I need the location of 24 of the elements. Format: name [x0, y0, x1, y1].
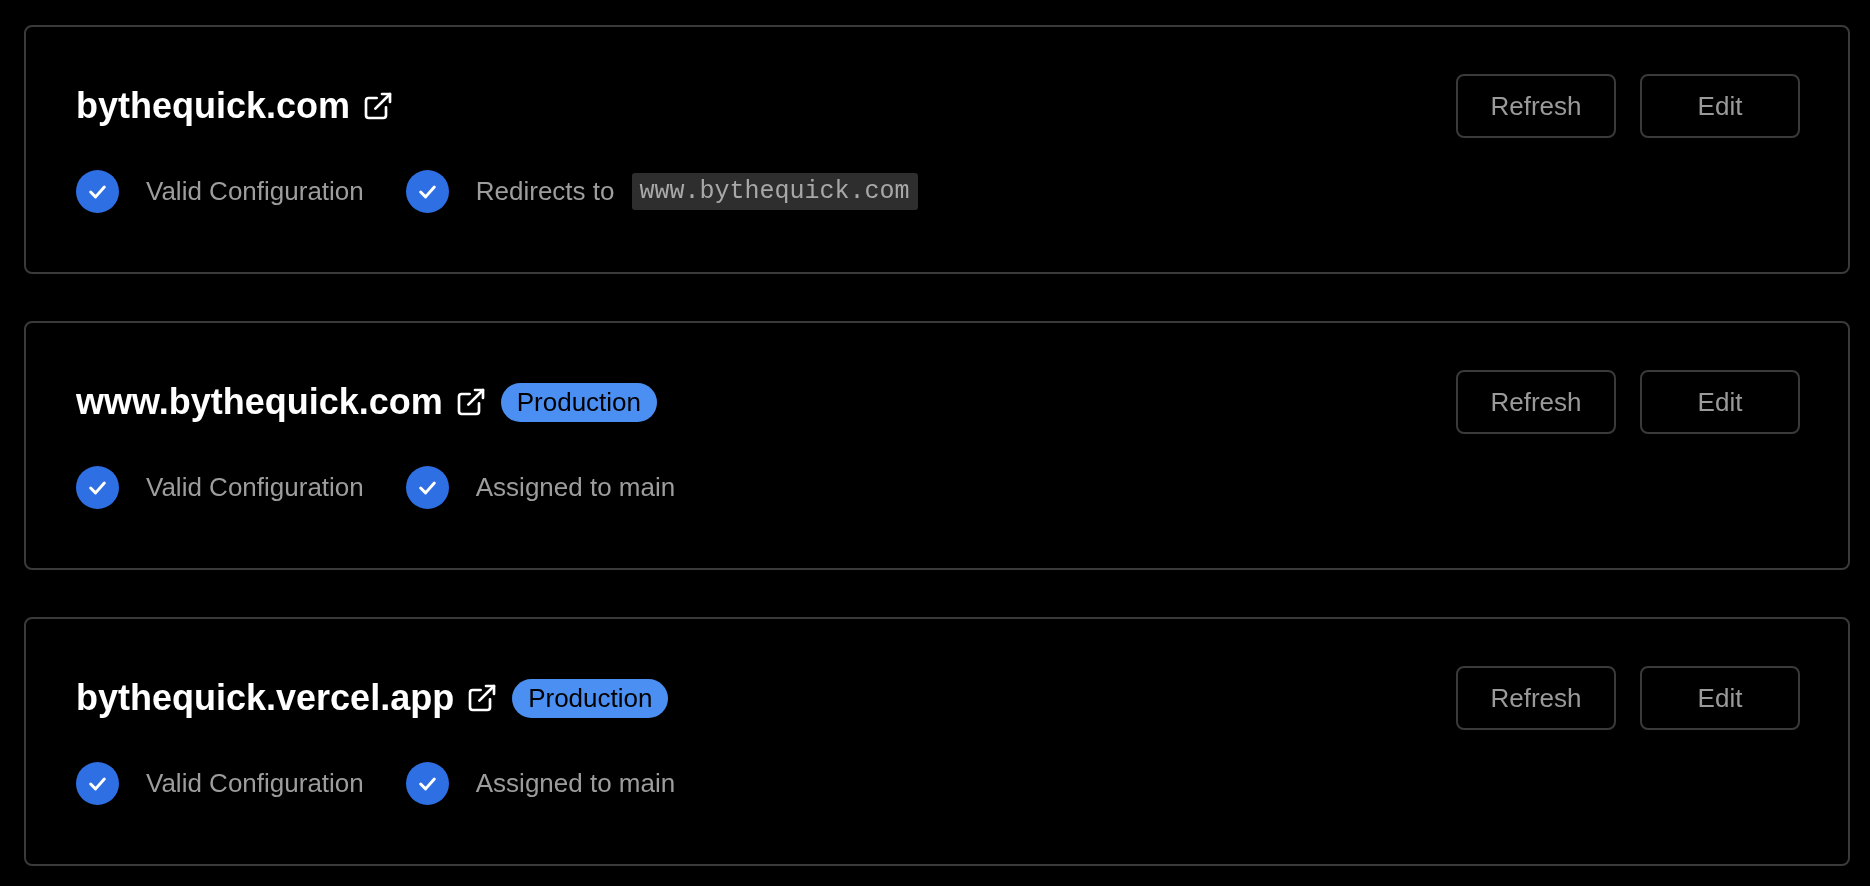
check-icon [76, 762, 119, 805]
environment-badge: Production [500, 382, 658, 422]
status-text: Valid Configuration [146, 176, 364, 207]
status-text: Redirects to [475, 176, 615, 207]
action-button[interactable]: Refresh [1456, 666, 1616, 730]
action-button[interactable]: Edit [1640, 370, 1800, 434]
action-button[interactable]: Edit [1640, 74, 1800, 138]
domain-name: bythequick.vercel.app [76, 677, 455, 719]
status-text: Valid Configuration [146, 768, 364, 799]
action-button[interactable]: Edit [1640, 666, 1800, 730]
domain-name: www.bythequick.com [76, 381, 443, 423]
status-text: Assigned to main [475, 472, 676, 503]
check-icon [405, 466, 449, 509]
check-icon [405, 170, 449, 213]
check-icon [76, 466, 119, 509]
redirect-target: www.bythequick.com [631, 173, 918, 210]
action-button[interactable]: Refresh [1456, 74, 1616, 138]
environment-badge: Production [512, 678, 669, 718]
action-button[interactable]: Refresh [1456, 370, 1616, 434]
check-icon [405, 762, 449, 805]
domain-name: bythequick.com [76, 85, 351, 127]
check-icon [76, 170, 119, 213]
status-text: Valid Configuration [146, 472, 364, 503]
status-text: Assigned to main [475, 768, 676, 799]
